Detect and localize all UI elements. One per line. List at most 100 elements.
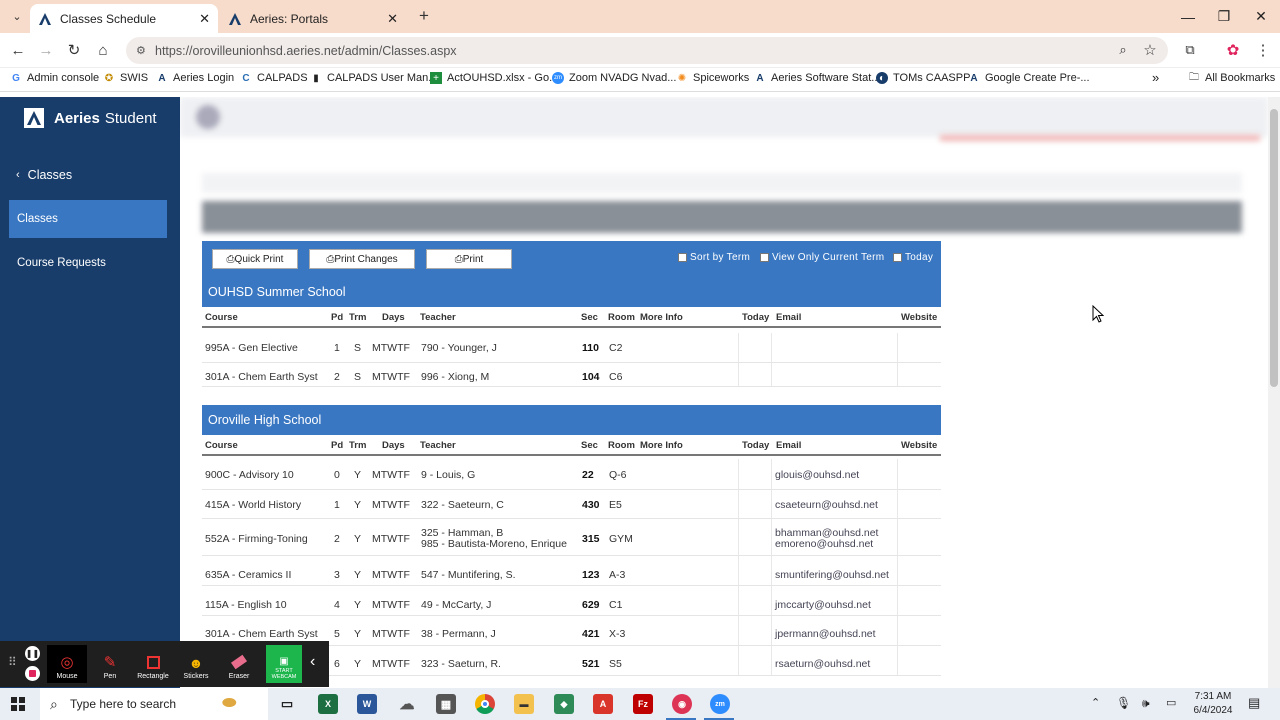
maps-app-icon[interactable]: ◆	[554, 694, 574, 714]
chrome-icon[interactable]	[475, 694, 495, 714]
more-bookmarks-button[interactable]: »	[1152, 70, 1159, 85]
volume-icon[interactable]: 🕪	[1142, 696, 1150, 711]
print-button[interactable]: ⎙ Print	[426, 249, 512, 269]
bookmark-calpads-manual[interactable]: ▮ CALPADS User Man...	[310, 72, 437, 84]
back-arrow-icon[interactable]: ←	[5, 37, 31, 63]
col-room[interactable]: Room	[608, 312, 635, 323]
email-link[interactable]: jmccarty@ouhsd.net	[775, 599, 871, 611]
col-days[interactable]: Days	[382, 312, 405, 323]
word-icon[interactable]: W	[357, 694, 377, 714]
scrollbar-thumb[interactable]	[1270, 109, 1278, 387]
today-checkbox[interactable]: Today	[893, 252, 933, 263]
sidebar-item-classes[interactable]: Classes	[9, 200, 167, 238]
bookmark-zoom[interactable]: zm Zoom NVADG Nvad...	[552, 72, 676, 84]
address-bar[interactable]: ⚙ https://orovilleunionhsd.aeries.net/ad…	[126, 37, 1168, 64]
table-row[interactable]: 995A - Gen Elective 1 S MTWTF 790 - Youn…	[202, 333, 941, 363]
sort-by-term-checkbox[interactable]: Sort by Term	[678, 252, 750, 263]
microphone-icon[interactable]: 🎙	[1116, 696, 1131, 710]
stop-share-button[interactable]	[25, 666, 40, 681]
tray-chevron-icon[interactable]: ⌃	[1091, 696, 1100, 709]
bookmark-google-create[interactable]: A Google Create Pre-...	[968, 72, 1089, 84]
all-bookmarks-button[interactable]: 🗀 All Bookmarks	[1188, 72, 1275, 85]
forward-arrow-icon[interactable]: →	[33, 37, 59, 63]
bookmark-toms-caaspp[interactable]: ◐ TOMs CAASPP	[876, 72, 970, 84]
col-website[interactable]: Website	[901, 312, 937, 323]
table-row[interactable]: 635A - Ceramics II 3 Y MTWTF 547 - Munti…	[202, 556, 941, 586]
zoom-app-icon[interactable]: zm	[710, 694, 730, 714]
col-today[interactable]: Today	[742, 312, 769, 323]
file-explorer-icon[interactable]: ▬	[514, 694, 534, 714]
extensions-icon[interactable]: ⧉	[1177, 37, 1203, 63]
table-row[interactable]: 301A - Chem Earth Syst 2 S MTWTF 996 - X…	[202, 363, 941, 387]
col-room[interactable]: Room	[608, 440, 635, 451]
chrome-profile-icon[interactable]: ◉	[672, 694, 692, 714]
reload-icon[interactable]: ↻	[61, 37, 87, 63]
stickers-tool-button[interactable]: ☻ Stickers	[176, 645, 216, 683]
maximize-icon[interactable]: ❐	[1206, 0, 1242, 33]
col-pd[interactable]: Pd	[331, 440, 343, 451]
bookmark-swis[interactable]: ✪ SWIS	[103, 72, 148, 84]
minimize-icon[interactable]: —	[1170, 0, 1206, 33]
page-scrollbar[interactable]	[1268, 97, 1280, 688]
col-pd[interactable]: Pd	[331, 312, 343, 323]
col-trm[interactable]: Trm	[349, 312, 366, 323]
notifications-icon[interactable]: ▤	[1248, 695, 1260, 711]
close-tab-icon[interactable]: ✕	[387, 11, 398, 27]
bookmark-star-icon[interactable]: ☆	[1137, 37, 1163, 63]
bookmark-actouhsd[interactable]: + ActOUHSD.xlsx - Go...	[430, 72, 558, 84]
site-info-icon[interactable]: ⚙	[136, 44, 146, 57]
bookmark-aeries-status[interactable]: A Aeries Software Stat...	[754, 72, 880, 84]
email-link-2[interactable]: emoreno@ouhsd.net	[775, 538, 873, 550]
col-course[interactable]: Course	[205, 312, 238, 323]
back-to-classes-link[interactable]: ‹ Classes	[16, 168, 72, 182]
col-sec[interactable]: Sec	[581, 312, 598, 323]
tab-search-icon[interactable]: ⌄	[4, 3, 30, 29]
task-view-icon[interactable]: ▭	[277, 694, 297, 714]
email-link[interactable]: glouis@ouhsd.net	[775, 469, 859, 481]
pause-share-button[interactable]: ❚❚	[25, 646, 40, 661]
col-teacher[interactable]: Teacher	[420, 440, 456, 451]
eraser-tool-button[interactable]: Eraser	[219, 645, 259, 683]
rectangle-tool-button[interactable]: Rectangle	[133, 645, 173, 683]
quick-print-button[interactable]: ⎙ Quick Print	[212, 249, 298, 269]
menu-kebab-icon[interactable]: ⋮	[1250, 37, 1276, 63]
col-sec[interactable]: Sec	[581, 440, 598, 451]
start-webcam-button[interactable]: ▣ START WEBCAM	[266, 645, 302, 683]
zoom-icon[interactable]: ⌕	[1110, 37, 1136, 63]
sidebar-item-course-requests[interactable]: Course Requests	[9, 244, 167, 282]
email-link[interactable]: smuntifering@ouhsd.net	[775, 569, 889, 581]
cloud-app-icon[interactable]: ☁	[397, 694, 417, 714]
col-email[interactable]: Email	[776, 440, 801, 451]
email-link[interactable]: rsaeturn@ouhsd.net	[775, 658, 870, 670]
close-window-icon[interactable]: ✕	[1243, 0, 1279, 33]
col-days[interactable]: Days	[382, 440, 405, 451]
bookmark-aeries-login[interactable]: A Aeries Login	[156, 72, 234, 84]
col-email[interactable]: Email	[776, 312, 801, 323]
taskbar-search-input[interactable]: ⌕ Type here to search ⬬	[40, 688, 268, 720]
bookmark-spiceworks[interactable]: ✺ Spiceworks	[676, 72, 749, 84]
collapse-toolbar-icon[interactable]: ‹	[310, 653, 315, 671]
mouse-tool-button[interactable]: ◎ Mouse	[47, 645, 87, 683]
col-more-info[interactable]: More Info	[640, 440, 683, 451]
home-icon[interactable]: ⌂	[90, 37, 116, 63]
system-clock[interactable]: 7:31 AM 6/4/2024	[1188, 690, 1238, 718]
pen-tool-button[interactable]: ✎ Pen	[90, 645, 130, 683]
table-row[interactable]: 115A - English 10 4 Y MTWTF 49 - McCarty…	[202, 586, 941, 616]
drag-handle-icon[interactable]: ⠿	[8, 655, 17, 669]
col-more-info[interactable]: More Info	[640, 312, 683, 323]
col-website[interactable]: Website	[901, 440, 937, 451]
col-today[interactable]: Today	[742, 440, 769, 451]
calculator-icon[interactable]: ▦	[436, 694, 456, 714]
acrobat-icon[interactable]: A	[593, 694, 613, 714]
windows-start-icon[interactable]	[11, 697, 25, 711]
col-teacher[interactable]: Teacher	[420, 312, 456, 323]
email-link[interactable]: csaeteurn@ouhsd.net	[775, 499, 878, 511]
bookmark-calpads[interactable]: C CALPADS	[240, 72, 307, 84]
new-tab-button[interactable]: +	[411, 3, 437, 29]
bookmark-admin-console[interactable]: G Admin console	[10, 72, 99, 84]
col-course[interactable]: Course	[205, 440, 238, 451]
tab-classes-schedule[interactable]: Classes Schedule ✕	[30, 4, 218, 33]
table-row[interactable]: 552A - Firming-Toning 2 Y MTWTF 325 - Ha…	[202, 519, 941, 556]
excel-icon[interactable]: X	[318, 694, 338, 714]
table-row[interactable]: 900C - Advisory 10 0 Y MTWTF 9 - Louis, …	[202, 459, 941, 490]
